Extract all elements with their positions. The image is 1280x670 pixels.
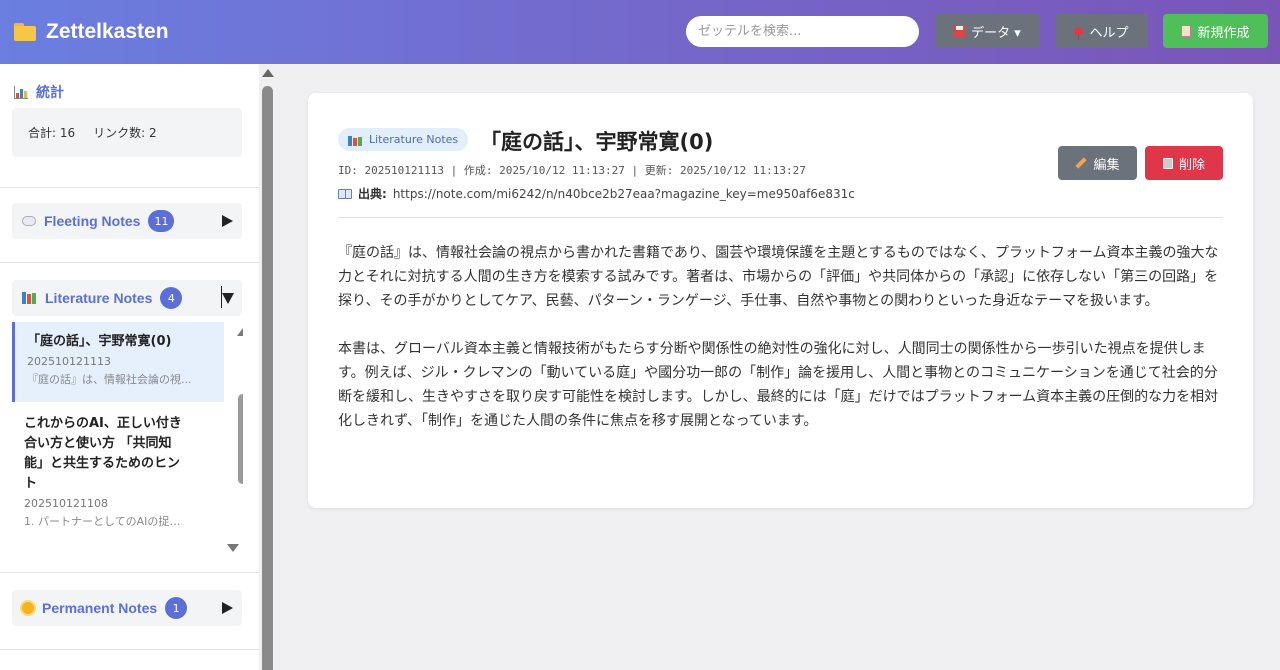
divider [0,649,259,650]
item-excerpt: 『庭の話』は、情報社会論の視... [27,373,192,386]
item-excerpt: 1. パートナーとしてのAIの捉え... [24,515,190,528]
sidebar-scrollbar[interactable] [259,64,276,670]
section-permanent-notes[interactable]: Permanent Notes 1 [12,590,242,626]
stats-total: 合計: 16 [28,126,76,140]
expand-arrow-icon[interactable] [222,215,233,227]
edit-button[interactable]: 編集 [1058,146,1137,180]
note-title: 「庭の話」、宇野常寛(0) [480,130,714,154]
item-id: 202510121113 [27,355,111,368]
books-icon [22,292,37,304]
count-badge: 11 [148,210,175,232]
literature-notes-list: 「庭の話」、宇野常寛(0) 202510121113 『庭の話』は、情報社会論の… [12,322,243,544]
sidebar: 統計 合計: 16 リンク数: 2 Fleeting Notes 11 Lite… [0,64,276,670]
stats-heading: 統計 [14,82,64,102]
item-title: これからのAI、正しい付き合い方と使い方 「共同知能」と共生するためのヒント [24,416,182,491]
speech-bubble-icon [22,216,36,226]
list-item[interactable]: 「庭の話」、宇野常寛(0) 202510121113 『庭の話』は、情報社会論の… [12,322,224,402]
content-paragraph: 本書は、グローバル資本主義と情報技術がもたらす分断や関係性の絶対性の強化に対し、… [338,341,1219,429]
divider [338,217,1223,218]
data-menu-button[interactable]: データ ▾ [935,14,1040,48]
count-badge: 1 [165,597,188,619]
scroll-up-arrow-icon[interactable] [262,69,274,77]
source-url: https://note.com/mi6242/n/n40bce2b27eaa?… [392,186,855,201]
bar-chart-icon [14,85,28,99]
divider [0,187,259,188]
folder-icon [14,23,36,41]
books-icon [348,134,363,146]
delete-button-label: 削除 [1178,157,1205,173]
edit-button-label: 編集 [1093,157,1120,173]
expand-arrow-icon[interactable] [222,602,233,614]
source-label: 出典: [358,187,387,201]
open-book-icon [338,188,352,199]
note-content: 『庭の話』は、情報社会論の視点から書かれた書籍であり、園芸や環境保護を主題とする… [338,241,1223,433]
note-type-label: Literature Notes [369,133,459,146]
content-paragraph: 『庭の話』は、情報社会論の視点から書かれた書籍であり、園芸や環境保護を主題とする… [338,245,1219,309]
item-title: 「庭の話」、宇野常寛(0) [27,334,172,349]
scroll-down-arrow-icon[interactable] [227,544,239,552]
memo-icon [1181,25,1192,37]
count-badge: 4 [160,287,183,309]
new-button-label: 新規作成 [1197,25,1250,41]
stats-box: 合計: 16 リンク数: 2 [12,108,242,157]
section-literature-notes[interactable]: Literature Notes 4 [12,280,242,316]
data-button-label: データ ▾ [971,25,1021,41]
list-scrollbar[interactable] [236,322,243,544]
sun-icon [22,602,34,614]
note-type-badge: Literature Notes [338,128,469,151]
help-button-label: ヘルプ [1089,25,1129,41]
app-logo: Zettelkasten [14,20,169,44]
search-input[interactable] [686,16,919,47]
help-button[interactable]: ヘルプ [1055,14,1148,48]
list-item[interactable]: これからのAI、正しい付き合い方と使い方 「共同知能」と共生するためのヒント 2… [12,404,202,539]
section-title: Fleeting Notes [44,213,141,229]
section-title: Permanent Notes [42,600,158,616]
divider [0,262,259,263]
item-id: 202510121108 [24,497,108,510]
new-note-button[interactable]: 新規作成 [1163,14,1268,48]
stats-links: リンク数: 2 [93,126,157,140]
scrollbar-thumb[interactable] [262,86,273,670]
collapse-arrow-icon[interactable] [222,293,234,304]
divider [0,572,259,573]
pin-icon [1074,26,1084,40]
note-meta: ID: 202510121113 | 作成: 2025/10/12 11:13:… [338,164,806,177]
trash-icon [1162,157,1173,169]
floppy-disk-icon [954,25,966,37]
scrollbar-thumb[interactable] [238,394,243,484]
section-fleeting-notes[interactable]: Fleeting Notes 11 [12,203,242,239]
scroll-up-arrow-icon[interactable] [237,328,243,336]
delete-button[interactable]: 削除 [1145,146,1223,180]
pencil-icon [1075,157,1088,169]
section-title: Literature Notes [45,290,153,306]
app-title: Zettelkasten [46,20,169,43]
note-source: 出典: https://note.com/mi6242/n/n40bce2b27… [338,185,855,202]
note-card: Literature Notes 「庭の話」、宇野常寛(0) ID: 20251… [308,93,1253,508]
stats-title: 統計 [36,85,64,101]
